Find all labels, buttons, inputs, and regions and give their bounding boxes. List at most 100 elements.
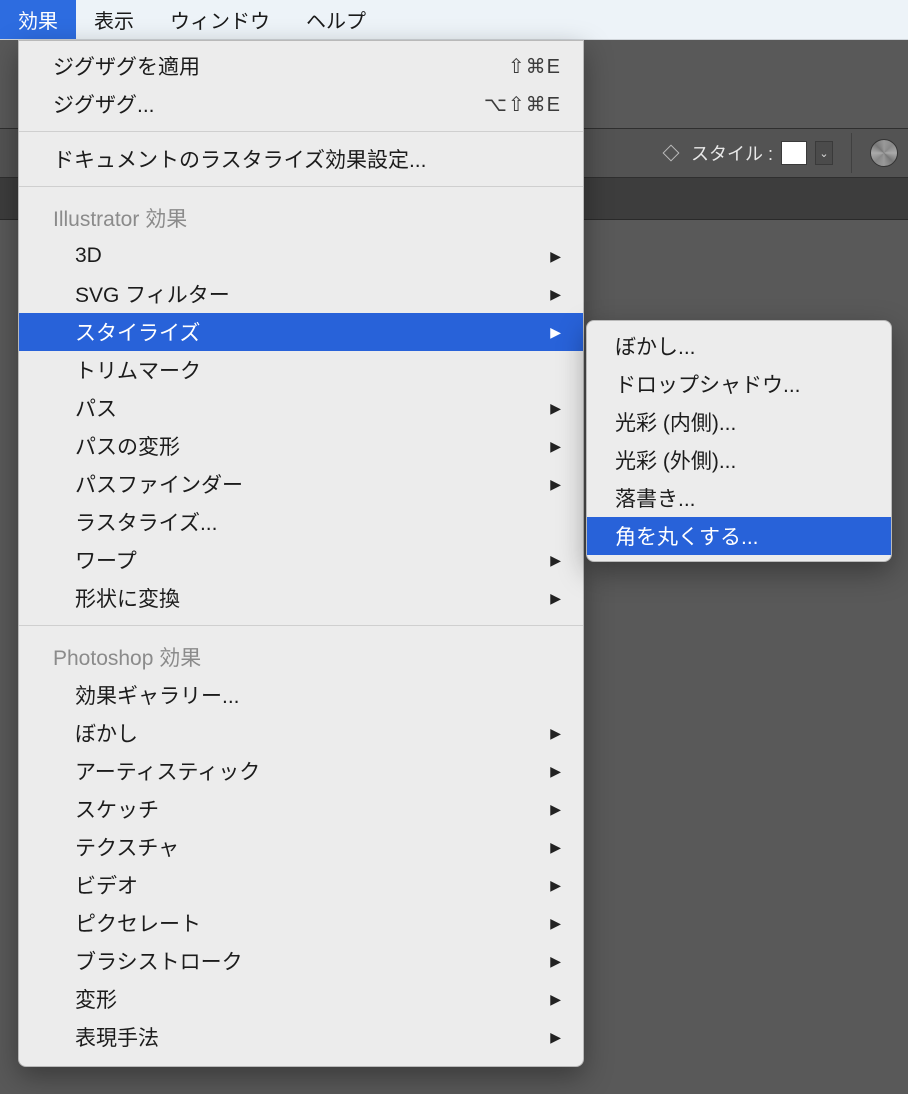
- menu-item-label: 光彩 (外側)...: [615, 445, 869, 475]
- stylize-submenu: ぼかし... ドロップシャドウ... 光彩 (内側)... 光彩 (外側)...…: [586, 320, 892, 562]
- section-header-illustrator: Illustrator 効果: [19, 195, 583, 237]
- menubar-label: 効果: [18, 5, 58, 34]
- menu-item-label: 形状に変換: [75, 583, 542, 613]
- menu-item-label: 変形: [75, 984, 542, 1014]
- menu-item-blur[interactable]: ぼかし ▶: [19, 714, 583, 752]
- style-label: スタイル :: [691, 140, 773, 166]
- section-header-label: Illustrator 効果: [53, 208, 187, 231]
- submenu-arrow-icon: ▶: [550, 438, 561, 455]
- submenu-arrow-icon: ▶: [550, 725, 561, 742]
- menu-item-brush-stroke[interactable]: ブラシストローク ▶: [19, 942, 583, 980]
- submenu-item-outer-glow[interactable]: 光彩 (外側)...: [587, 441, 891, 479]
- menu-item-label: 光彩 (内側)...: [615, 407, 869, 437]
- menu-shortcut: ⇧⌘E: [508, 54, 561, 79]
- menu-item-doc-raster-settings[interactable]: ドキュメントのラスタライズ効果設定...: [19, 140, 583, 178]
- menu-item-label: ワープ: [75, 545, 542, 575]
- style-dropdown-arrow[interactable]: ⌄: [815, 141, 833, 165]
- menubar-item-effects[interactable]: 効果: [0, 0, 76, 39]
- menu-shortcut: ⌥⇧⌘E: [484, 92, 561, 117]
- menu-divider: [19, 186, 583, 187]
- toolbar-separator: [851, 133, 852, 173]
- submenu-item-scribble[interactable]: 落書き...: [587, 479, 891, 517]
- menu-item-label: アーティスティック: [75, 756, 542, 786]
- menu-item-label: ぼかし...: [615, 331, 869, 361]
- menu-item-label: ビデオ: [75, 870, 542, 900]
- menu-item-svg-filter[interactable]: SVG フィルター ▶: [19, 275, 583, 313]
- menu-item-warp[interactable]: ワープ ▶: [19, 541, 583, 579]
- submenu-arrow-icon: ▶: [550, 839, 561, 856]
- submenu-item-round-corners[interactable]: 角を丸くする...: [587, 517, 891, 555]
- menu-item-label: パスの変形: [75, 431, 542, 461]
- submenu-arrow-icon: ▶: [550, 991, 561, 1008]
- menubar-label: 表示: [94, 5, 134, 34]
- menu-item-texture[interactable]: テクスチャ ▶: [19, 828, 583, 866]
- menu-item-rasterize[interactable]: ラスタライズ...: [19, 503, 583, 541]
- menubar-item-view[interactable]: 表示: [76, 0, 152, 39]
- menu-item-label: パスファインダー: [75, 469, 542, 499]
- menubar: 効果 表示 ウィンドウ ヘルプ: [0, 0, 908, 40]
- submenu-arrow-icon: ▶: [550, 476, 561, 493]
- effects-menu: ジグザグを適用 ⇧⌘E ジグザグ... ⌥⇧⌘E ドキュメントのラスタライズ効果…: [18, 40, 584, 1067]
- menu-item-label: ぼかし: [75, 718, 542, 748]
- menu-item-video[interactable]: ビデオ ▶: [19, 866, 583, 904]
- menubar-label: ウィンドウ: [170, 5, 270, 34]
- diamond-icon: [662, 145, 679, 162]
- menu-divider: [19, 131, 583, 132]
- menu-item-zigzag[interactable]: ジグザグ... ⌥⇧⌘E: [19, 85, 583, 123]
- menu-item-stylize[interactable]: スタイライズ ▶: [19, 313, 583, 351]
- submenu-item-feather[interactable]: ぼかし...: [587, 327, 891, 365]
- menubar-label: ヘルプ: [306, 5, 366, 34]
- submenu-arrow-icon: ▶: [550, 248, 561, 265]
- menu-divider: [19, 625, 583, 626]
- submenu-arrow-icon: ▶: [550, 877, 561, 894]
- menu-item-label: 落書き...: [615, 483, 869, 513]
- menu-item-3d[interactable]: 3D ▶: [19, 237, 583, 275]
- submenu-arrow-icon: ▶: [550, 400, 561, 417]
- menu-item-convert-shape[interactable]: 形状に変換 ▶: [19, 579, 583, 617]
- menu-item-stylize-ps[interactable]: 表現手法 ▶: [19, 1018, 583, 1056]
- menu-item-label: ドロップシャドウ...: [615, 369, 869, 399]
- menu-item-label: 効果ギャラリー...: [75, 680, 561, 710]
- submenu-item-drop-shadow[interactable]: ドロップシャドウ...: [587, 365, 891, 403]
- menu-item-label: ブラシストローク: [75, 946, 542, 976]
- section-header-label: Photoshop 効果: [53, 647, 201, 670]
- menu-item-label: ジグザグを適用: [53, 51, 508, 81]
- style-swatch[interactable]: [781, 141, 807, 165]
- menu-item-apply-zigzag[interactable]: ジグザグを適用 ⇧⌘E: [19, 47, 583, 85]
- menu-item-label: ピクセレート: [75, 908, 542, 938]
- menu-item-label: パス: [75, 393, 542, 423]
- menu-item-label: ラスタライズ...: [75, 507, 561, 537]
- menu-item-label: テクスチャ: [75, 832, 542, 862]
- menu-item-label: スタイライズ: [75, 317, 542, 347]
- menu-item-effect-gallery[interactable]: 効果ギャラリー...: [19, 676, 583, 714]
- submenu-arrow-icon: ▶: [550, 590, 561, 607]
- submenu-arrow-icon: ▶: [550, 324, 561, 341]
- submenu-arrow-icon: ▶: [550, 552, 561, 569]
- menu-item-distort-ps[interactable]: 変形 ▶: [19, 980, 583, 1018]
- submenu-arrow-icon: ▶: [550, 1029, 561, 1046]
- menu-item-label: 表現手法: [75, 1022, 542, 1052]
- menu-item-label: 角を丸くする...: [615, 521, 869, 551]
- menu-item-trim-marks[interactable]: トリムマーク: [19, 351, 583, 389]
- menu-item-artistic[interactable]: アーティスティック ▶: [19, 752, 583, 790]
- submenu-arrow-icon: ▶: [550, 915, 561, 932]
- submenu-item-inner-glow[interactable]: 光彩 (内側)...: [587, 403, 891, 441]
- section-header-photoshop: Photoshop 効果: [19, 634, 583, 676]
- submenu-arrow-icon: ▶: [550, 763, 561, 780]
- submenu-arrow-icon: ▶: [550, 953, 561, 970]
- menu-item-sketch[interactable]: スケッチ ▶: [19, 790, 583, 828]
- menu-item-distort[interactable]: パスの変形 ▶: [19, 427, 583, 465]
- menu-item-path[interactable]: パス ▶: [19, 389, 583, 427]
- menu-item-label: ジグザグ...: [53, 89, 484, 119]
- menu-item-pathfinder[interactable]: パスファインダー ▶: [19, 465, 583, 503]
- menu-item-label: スケッチ: [75, 794, 542, 824]
- menu-item-label: ドキュメントのラスタライズ効果設定...: [53, 144, 561, 174]
- menu-item-label: 3D: [75, 244, 542, 268]
- menubar-item-help[interactable]: ヘルプ: [288, 0, 384, 39]
- menu-item-label: SVG フィルター: [75, 279, 542, 309]
- menu-item-label: トリムマーク: [75, 355, 561, 385]
- color-wheel-icon[interactable]: [870, 139, 898, 167]
- submenu-arrow-icon: ▶: [550, 286, 561, 303]
- menu-item-pixelate[interactable]: ピクセレート ▶: [19, 904, 583, 942]
- menubar-item-window[interactable]: ウィンドウ: [152, 0, 288, 39]
